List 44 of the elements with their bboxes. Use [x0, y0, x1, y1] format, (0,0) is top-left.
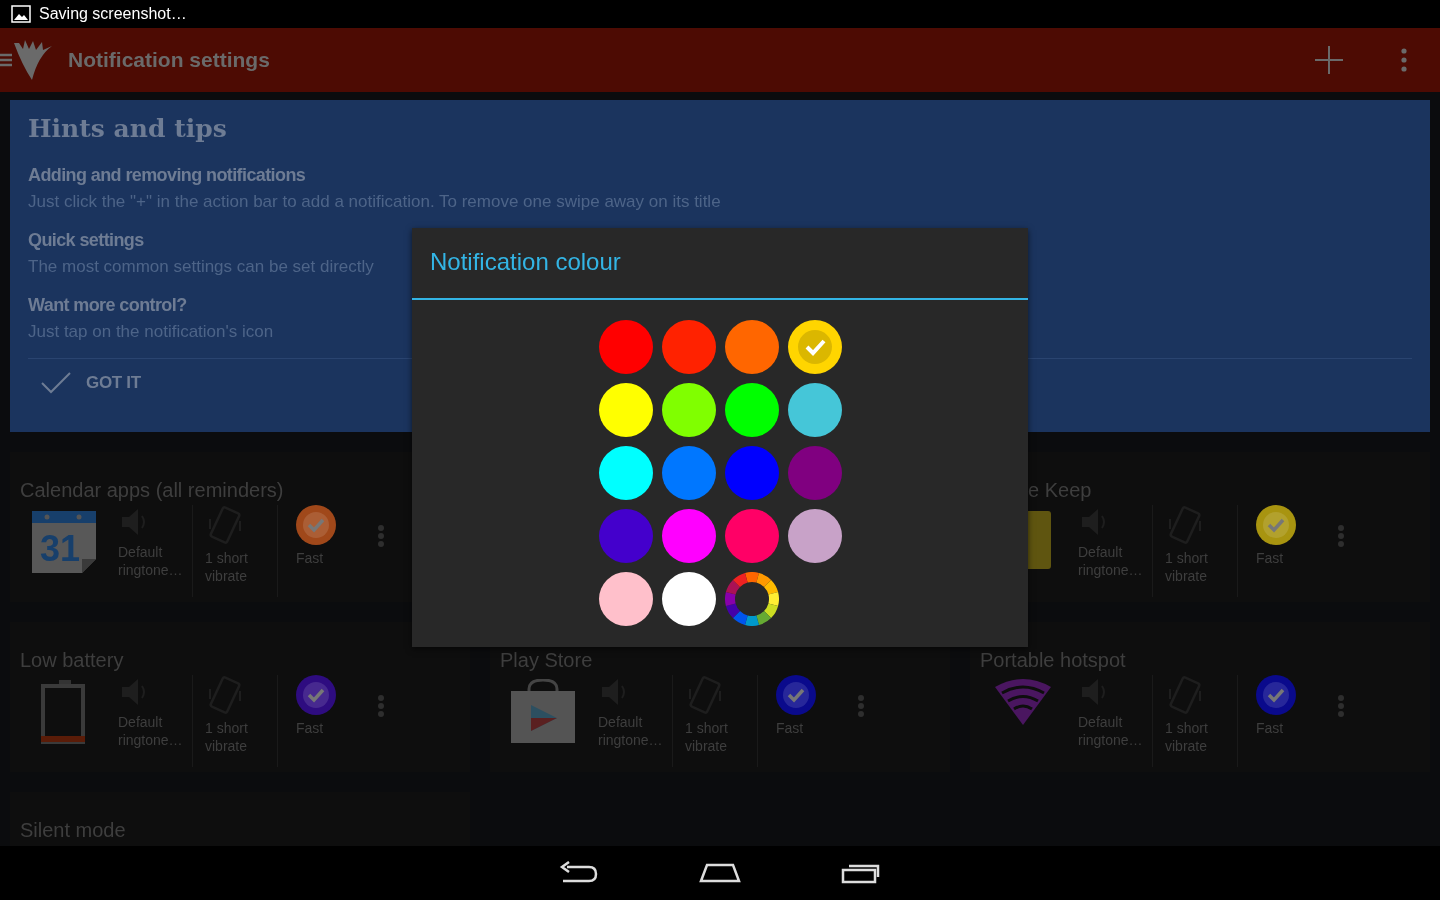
- colour-swatch[interactable]: [724, 320, 779, 374]
- led-colour-check[interactable]: [1256, 675, 1296, 715]
- check-icon: [40, 371, 72, 395]
- tip-heading: Adding and removing notifications: [28, 165, 306, 186]
- check-icon: [797, 330, 832, 364]
- colour-swatch[interactable]: [598, 320, 653, 374]
- colour-swatch[interactable]: [787, 320, 842, 374]
- battery-icon: [39, 679, 87, 745]
- shopping-bag-icon: [509, 679, 577, 745]
- recent-apps-icon[interactable]: [841, 862, 881, 884]
- led-colour-check[interactable]: [296, 675, 336, 715]
- dialog-title: Notification colour: [429, 247, 622, 277]
- colour-swatch[interactable]: [598, 446, 653, 500]
- image-icon: [11, 5, 31, 23]
- status-text: Saving screenshot…: [39, 5, 187, 23]
- back-icon[interactable]: [559, 861, 599, 885]
- colour-swatch[interactable]: [661, 320, 716, 374]
- colour-swatch[interactable]: [787, 446, 842, 500]
- colour-swatch[interactable]: [598, 383, 653, 437]
- colour-swatch[interactable]: [661, 383, 716, 437]
- hints-title: Hints and tips: [28, 114, 228, 143]
- colour-swatch[interactable]: [724, 383, 779, 437]
- app-title: Notification settings: [68, 48, 270, 72]
- colour-swatch[interactable]: [661, 572, 716, 626]
- got-it-button[interactable]: GOT IT: [28, 359, 153, 407]
- menu-icon[interactable]: [0, 53, 12, 67]
- home-icon[interactable]: [699, 863, 741, 883]
- colour-swatch[interactable]: [787, 383, 842, 437]
- tip-heading: Quick settings: [28, 230, 144, 251]
- overflow-menu-icon[interactable]: [1401, 48, 1407, 72]
- colour-swatch[interactable]: [598, 509, 653, 563]
- colour-swatch[interactable]: [724, 446, 779, 500]
- led-colour-check[interactable]: [296, 505, 336, 545]
- led-colour-check[interactable]: [776, 675, 816, 715]
- colour-swatch[interactable]: [661, 509, 716, 563]
- add-icon[interactable]: [1315, 46, 1343, 74]
- led-colour-check[interactable]: [1256, 505, 1296, 545]
- tip-heading: Want more control?: [28, 295, 187, 316]
- colour-swatch[interactable]: [661, 446, 716, 500]
- wifi-icon: [994, 679, 1052, 727]
- colour-swatch[interactable]: [598, 572, 653, 626]
- colour-swatch[interactable]: [724, 509, 779, 563]
- colour-wheel-button[interactable]: [724, 572, 779, 626]
- colour-swatch[interactable]: [787, 509, 842, 563]
